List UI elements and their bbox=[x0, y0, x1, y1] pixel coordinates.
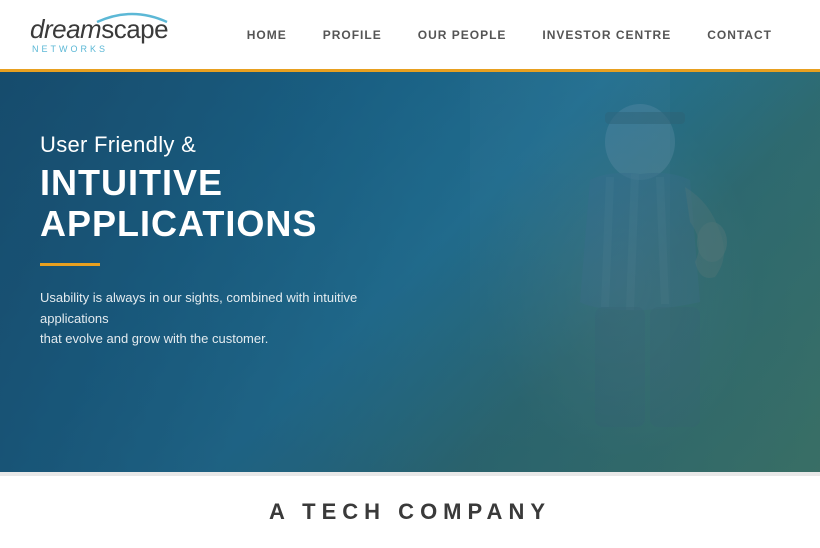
hero-subtitle: User Friendly & bbox=[40, 132, 460, 158]
bottom-title: A TECH COMPANY bbox=[269, 499, 551, 525]
nav-contact[interactable]: CONTACT bbox=[689, 0, 790, 72]
hero-description: Usability is always in our sights, combi… bbox=[40, 288, 380, 350]
nav-our-people[interactable]: OUR PEOPLE bbox=[400, 0, 525, 72]
nav-investor-centre[interactable]: INVESTOR CENTRE bbox=[524, 0, 689, 72]
bottom-section: A TECH COMPANY bbox=[0, 472, 820, 548]
logo-subtitle: NETWORKS bbox=[30, 44, 108, 54]
main-nav: HOME PROFILE OUR PEOPLE INVESTOR CENTRE … bbox=[229, 0, 790, 69]
hero-description-line1: Usability is always in our sights, combi… bbox=[40, 290, 357, 326]
hero-divider bbox=[40, 263, 100, 266]
logo[interactable]: dreamscape NETWORKS bbox=[30, 16, 168, 54]
logo-arc-icon bbox=[92, 8, 172, 24]
header: dreamscape NETWORKS HOME PROFILE OUR PEO… bbox=[0, 0, 820, 72]
hero-description-line2: that evolve and grow with the customer. bbox=[40, 331, 268, 346]
nav-home[interactable]: HOME bbox=[229, 0, 305, 72]
hero-content: User Friendly & INTUITIVE APPLICATIONS U… bbox=[0, 72, 500, 390]
hero-section: User Friendly & INTUITIVE APPLICATIONS U… bbox=[0, 72, 820, 472]
nav-profile[interactable]: PROFILE bbox=[305, 0, 400, 72]
hero-title: INTUITIVE APPLICATIONS bbox=[40, 162, 460, 245]
